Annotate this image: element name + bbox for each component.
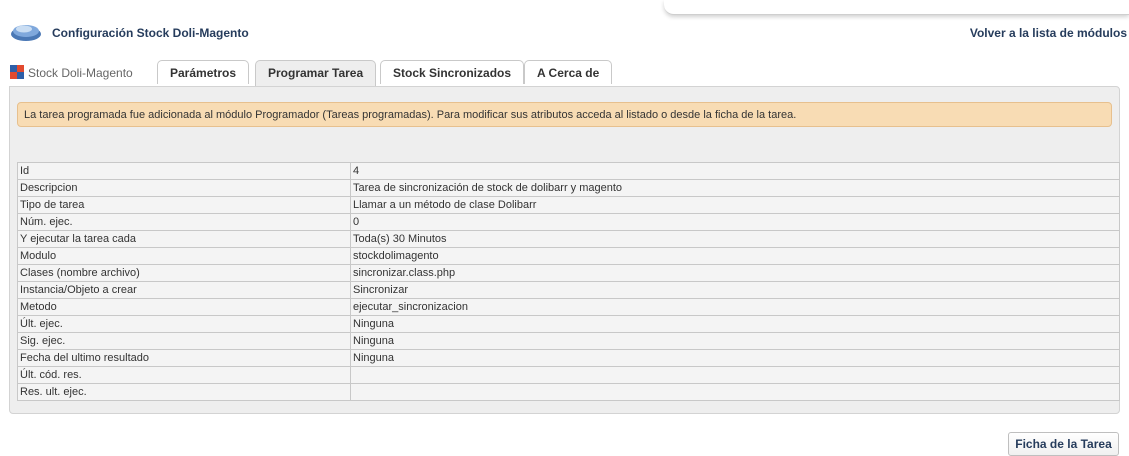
table-row: Id 4	[17, 162, 1120, 180]
field-value: 0	[350, 213, 1120, 231]
field-value: Ninguna	[350, 315, 1120, 333]
field-label: Sig. ejec.	[17, 332, 351, 350]
success-notice: La tarea programada fue adicionada al mó…	[17, 102, 1112, 127]
back-to-modules-link[interactable]: Volver a la lista de módulos	[970, 26, 1127, 40]
task-card-button[interactable]: Ficha de la Tarea	[1008, 432, 1119, 456]
field-label: Res. ult. ejec.	[17, 383, 351, 401]
field-label: Núm. ejec.	[17, 213, 351, 231]
notice-text-before: La tarea programada fue adicionada al mó…	[24, 109, 627, 121]
table-row: Fecha del ultimo resultado Ninguna	[17, 349, 1120, 367]
field-label: Instancia/Objeto a crear	[17, 281, 351, 299]
field-label: Modulo	[17, 247, 351, 265]
field-value: Tarea de sincronización de stock de doli…	[350, 179, 1120, 197]
field-label: Id	[17, 162, 351, 180]
table-row: Instancia/Objeto a crear Sincronizar	[17, 281, 1120, 299]
field-value: Ninguna	[350, 332, 1120, 350]
field-label: Descripcion	[17, 179, 351, 197]
field-label: Tipo de tarea	[17, 196, 351, 214]
tab-content-panel: La tarea programada fue adicionada al mó…	[9, 86, 1120, 414]
task-details-table: Id 4 Descripcion Tarea de sincronización de…	[17, 162, 1120, 401]
table-row: Últ. ejec. Ninguna	[17, 315, 1120, 333]
field-label: Metodo	[17, 298, 351, 316]
table-row: Descripcion Tarea de sincronización de st…	[17, 179, 1120, 197]
tab-parametros[interactable]: Parámetros	[157, 60, 250, 84]
tab-programar-tarea[interactable]: Programar Tarea	[255, 60, 377, 86]
field-value: sincronizar.class.php	[350, 264, 1120, 282]
field-value	[350, 366, 1120, 384]
table-row: Modulo stockdolimagento	[17, 247, 1120, 265]
page-title: Configuración Stock Doli-Magento	[52, 26, 249, 40]
field-value: Sincronizar	[350, 281, 1120, 299]
tab-module-label: Stock Doli-Magento	[28, 66, 133, 80]
tab-stock-sincronizados[interactable]: Stock Sincronizados	[380, 60, 525, 84]
top-panel-edge	[664, 0, 1129, 15]
field-value: Llamar a un método de clase Dolibarr	[350, 196, 1120, 214]
module-icon	[10, 65, 24, 79]
table-row: Últ. cód. res.	[17, 366, 1120, 384]
table-row: Tipo de tarea Llamar a un método de clase…	[17, 196, 1120, 214]
field-value: 4	[350, 162, 1120, 180]
field-label: Y ejecutar la tarea cada	[17, 230, 351, 248]
field-value: stockdolimagento	[350, 247, 1120, 265]
field-label: Últ. cód. res.	[17, 366, 351, 384]
module-logo-icon	[11, 25, 41, 41]
tab-a-cerca-de[interactable]: A Cerca de	[524, 60, 613, 84]
table-row: Núm. ejec. 0	[17, 213, 1120, 231]
page-header: Configuración Stock Doli-Magento Volver …	[10, 22, 1129, 44]
field-value: Ninguna	[350, 349, 1120, 367]
table-row: Sig. ejec. Ninguna	[17, 332, 1120, 350]
tab-module-current[interactable]: Stock Doli-Magento	[10, 60, 133, 86]
field-label: Clases (nombre archivo)	[17, 264, 351, 282]
field-label: Fecha del ultimo resultado	[17, 349, 351, 367]
field-label: Últ. ejec.	[17, 315, 351, 333]
tab-bar: Stock Doli-Magento Parámetros Programar …	[10, 60, 1120, 86]
field-value	[350, 383, 1120, 401]
table-row: Metodo ejecutar_sincronizacion	[17, 298, 1120, 316]
notice-list-link[interactable]: listado	[626, 109, 658, 121]
field-value: Toda(s) 30 Minutos	[350, 230, 1120, 248]
field-value: ejecutar_sincronizacion	[350, 298, 1120, 316]
table-row: Clases (nombre archivo) sincronizar.class…	[17, 264, 1120, 282]
table-row: Y ejecutar la tarea cada Toda(s) 30 Minut…	[17, 230, 1120, 248]
table-row: Res. ult. ejec.	[17, 383, 1120, 401]
notice-text-after: o desde la ficha de la tarea.	[658, 109, 797, 121]
